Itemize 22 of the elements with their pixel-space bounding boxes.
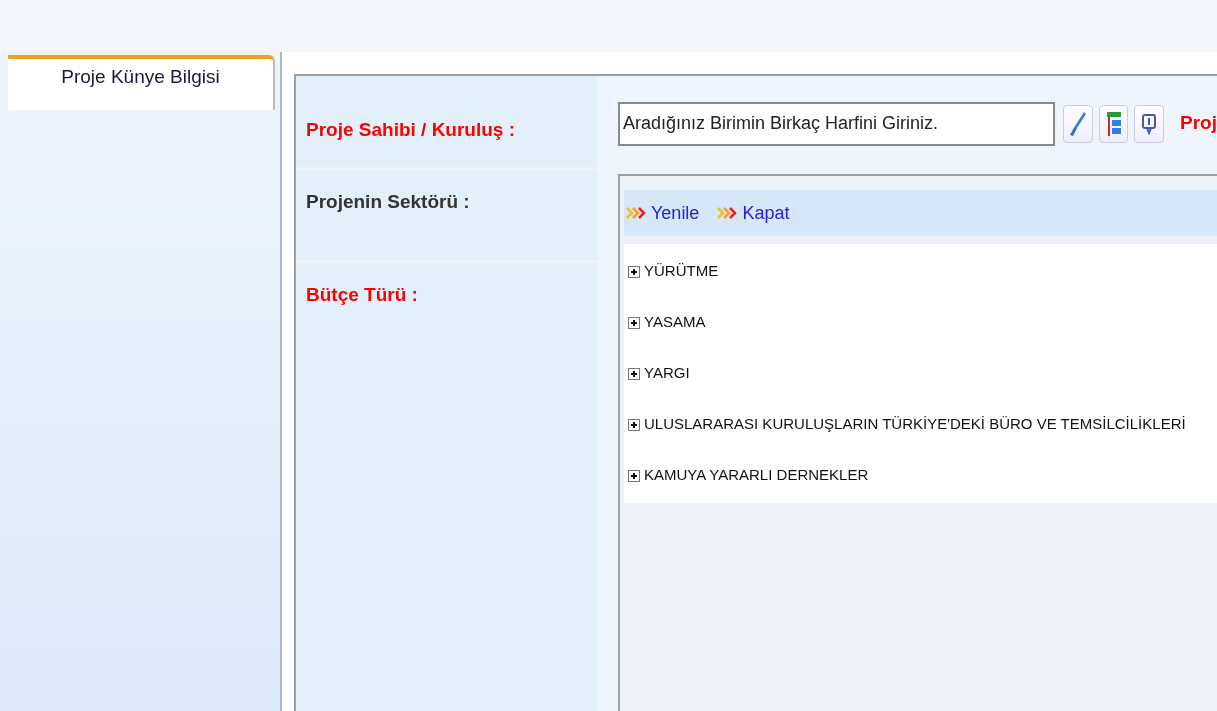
expand-icon[interactable] bbox=[628, 367, 640, 380]
brush-icon[interactable] bbox=[1063, 104, 1093, 143]
chevrons-icon bbox=[626, 206, 648, 220]
tree-item[interactable]: YARGI bbox=[644, 362, 690, 385]
search-field[interactable]: Aradığınız Birimin Birkaç Harfini Giriniz. bbox=[618, 101, 1056, 146]
expand-icon[interactable] bbox=[628, 316, 640, 329]
field-label: Proje Sahibi / Kuruluş : bbox=[306, 119, 516, 140]
tree-icon[interactable] bbox=[1098, 104, 1129, 143]
expand-icon[interactable] bbox=[628, 469, 640, 482]
tree-item[interactable]: YÜRÜTME bbox=[644, 260, 719, 283]
expand-icon[interactable] bbox=[628, 265, 640, 278]
tab[interactable]: Proje Künye Bilgisi bbox=[8, 55, 275, 110]
info-icon[interactable] bbox=[1134, 104, 1165, 143]
field-label: Bütçe Türü : bbox=[306, 284, 418, 305]
tree-item[interactable]: KAMUYA YARARLI DERNEKLER bbox=[644, 464, 869, 487]
toolbar-link[interactable]: Yenile bbox=[626, 199, 700, 227]
tree-item[interactable]: ULUSLARARASI KURULUŞLARIN TÜRKİYE'DEKİ BÜRO VE TEMSİLCİLİKLERİ bbox=[644, 413, 1186, 436]
toolbar-link[interactable]: Kapat bbox=[717, 199, 790, 227]
field-label: Projenin Sektörü : bbox=[306, 191, 470, 212]
tree-item[interactable]: YASAMA bbox=[644, 311, 706, 334]
expand-icon[interactable] bbox=[628, 418, 640, 431]
field-label: Proj bbox=[1180, 111, 1217, 136]
